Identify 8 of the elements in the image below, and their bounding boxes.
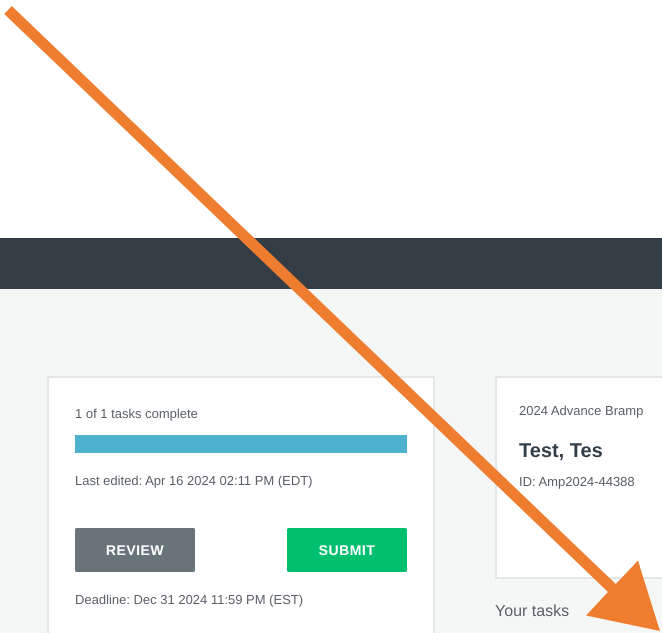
review-button[interactable]: REVIEW bbox=[75, 528, 195, 572]
deadline-text: Deadline: Dec 31 2024 11:59 PM (EST) bbox=[75, 591, 304, 609]
section-title: Your tasks bbox=[495, 603, 570, 621]
progress-label: 1 of 1 tasks complete bbox=[75, 405, 199, 423]
last-edited-text: Last edited: Apr 16 2024 02:11 PM (EDT) bbox=[75, 472, 314, 490]
program-name: 2024 Advance Bramp bbox=[519, 402, 644, 420]
applicant-id: ID: Amp2024-44388 bbox=[519, 473, 636, 491]
applicant-name: Test, Tes bbox=[519, 440, 604, 463]
